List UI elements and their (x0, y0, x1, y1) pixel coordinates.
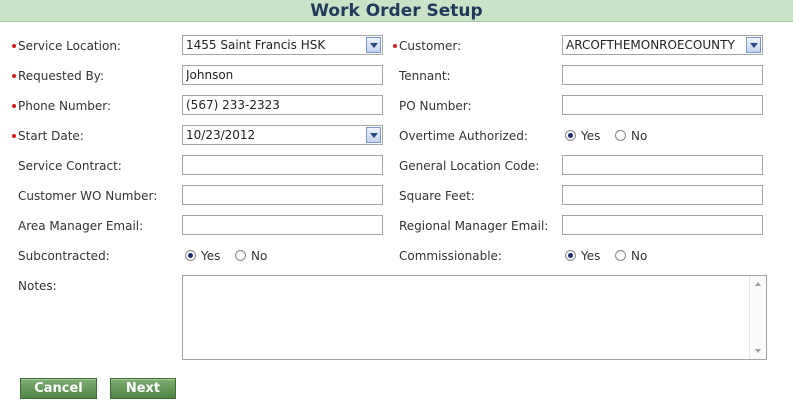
phone-number-label: Phone Number: (18, 99, 112, 113)
customer-wo-number-label: Customer WO Number: (18, 189, 158, 203)
po-number-label: PO Number: (399, 99, 472, 113)
service-location-label: Service Location: (18, 39, 121, 53)
requested-by-label: Requested By: (18, 69, 105, 83)
required-indicator (12, 104, 16, 108)
commissionable-label: Commissionable: (399, 249, 502, 263)
required-indicator (12, 134, 16, 138)
customer-value: ARCOFTHEMONROECOUNTY (566, 38, 735, 52)
notes-scrollbar[interactable] (749, 276, 766, 359)
start-date-label: Start Date: (18, 129, 84, 143)
requested-by-input[interactable] (182, 65, 383, 85)
required-indicator (12, 74, 16, 78)
commissionable-yes-label: Yes (581, 249, 601, 263)
required-indicator (393, 44, 397, 48)
square-feet-input[interactable] (562, 185, 763, 205)
overtime-authorized-label: Overtime Authorized: (399, 129, 528, 143)
next-button[interactable]: Next (110, 378, 176, 399)
subcontracted-label: Subcontracted: (18, 249, 110, 263)
commissionable-yes-radio[interactable] (565, 250, 576, 261)
overtime-no-radio[interactable] (615, 130, 626, 141)
subcontracted-no-label: No (251, 249, 268, 263)
scroll-down-icon[interactable] (755, 349, 761, 353)
chevron-down-icon[interactable] (366, 37, 381, 53)
general-location-code-input[interactable] (562, 155, 763, 175)
customer-wo-number-input[interactable] (182, 185, 383, 205)
service-location-value: 1455 Saint Francis HSK (186, 38, 326, 52)
area-manager-email-input[interactable] (182, 215, 383, 235)
subcontracted-no-radio[interactable] (235, 250, 246, 261)
customer-select[interactable]: ARCOFTHEMONROECOUNTY (562, 35, 763, 55)
service-contract-input[interactable] (182, 155, 383, 175)
cancel-button[interactable]: Cancel (20, 378, 97, 399)
regional-manager-email-input[interactable] (562, 215, 763, 235)
subcontracted-yes-radio[interactable] (185, 250, 196, 261)
page-title: Work Order Setup (0, 0, 793, 22)
overtime-no-label: No (631, 129, 648, 143)
po-number-input[interactable] (562, 95, 763, 115)
overtime-yes-radio[interactable] (565, 130, 576, 141)
subcontracted-yes-label: Yes (201, 249, 221, 263)
customer-label: Customer: (399, 39, 462, 53)
chevron-down-icon[interactable] (746, 37, 761, 53)
required-indicator (12, 44, 16, 48)
scroll-up-icon[interactable] (755, 282, 761, 286)
general-location-code-label: General Location Code: (399, 159, 540, 173)
overtime-yes-label: Yes (581, 129, 601, 143)
tennant-label: Tennant: (399, 69, 451, 83)
regional-manager-email-label: Regional Manager Email: (399, 219, 549, 233)
notes-textarea[interactable] (182, 275, 767, 360)
tennant-input[interactable] (562, 65, 763, 85)
commissionable-no-radio[interactable] (615, 250, 626, 261)
phone-number-input[interactable] (182, 95, 383, 115)
start-date-select[interactable]: 10/23/2012 (182, 125, 383, 145)
service-location-select[interactable]: 1455 Saint Francis HSK (182, 35, 383, 55)
start-date-value: 10/23/2012 (186, 128, 256, 142)
square-feet-label: Square Feet: (399, 189, 475, 203)
service-contract-label: Service Contract: (18, 159, 122, 173)
notes-label: Notes: (18, 279, 57, 293)
chevron-down-icon[interactable] (366, 127, 381, 143)
area-manager-email-label: Area Manager Email: (18, 219, 144, 233)
commissionable-no-label: No (631, 249, 648, 263)
